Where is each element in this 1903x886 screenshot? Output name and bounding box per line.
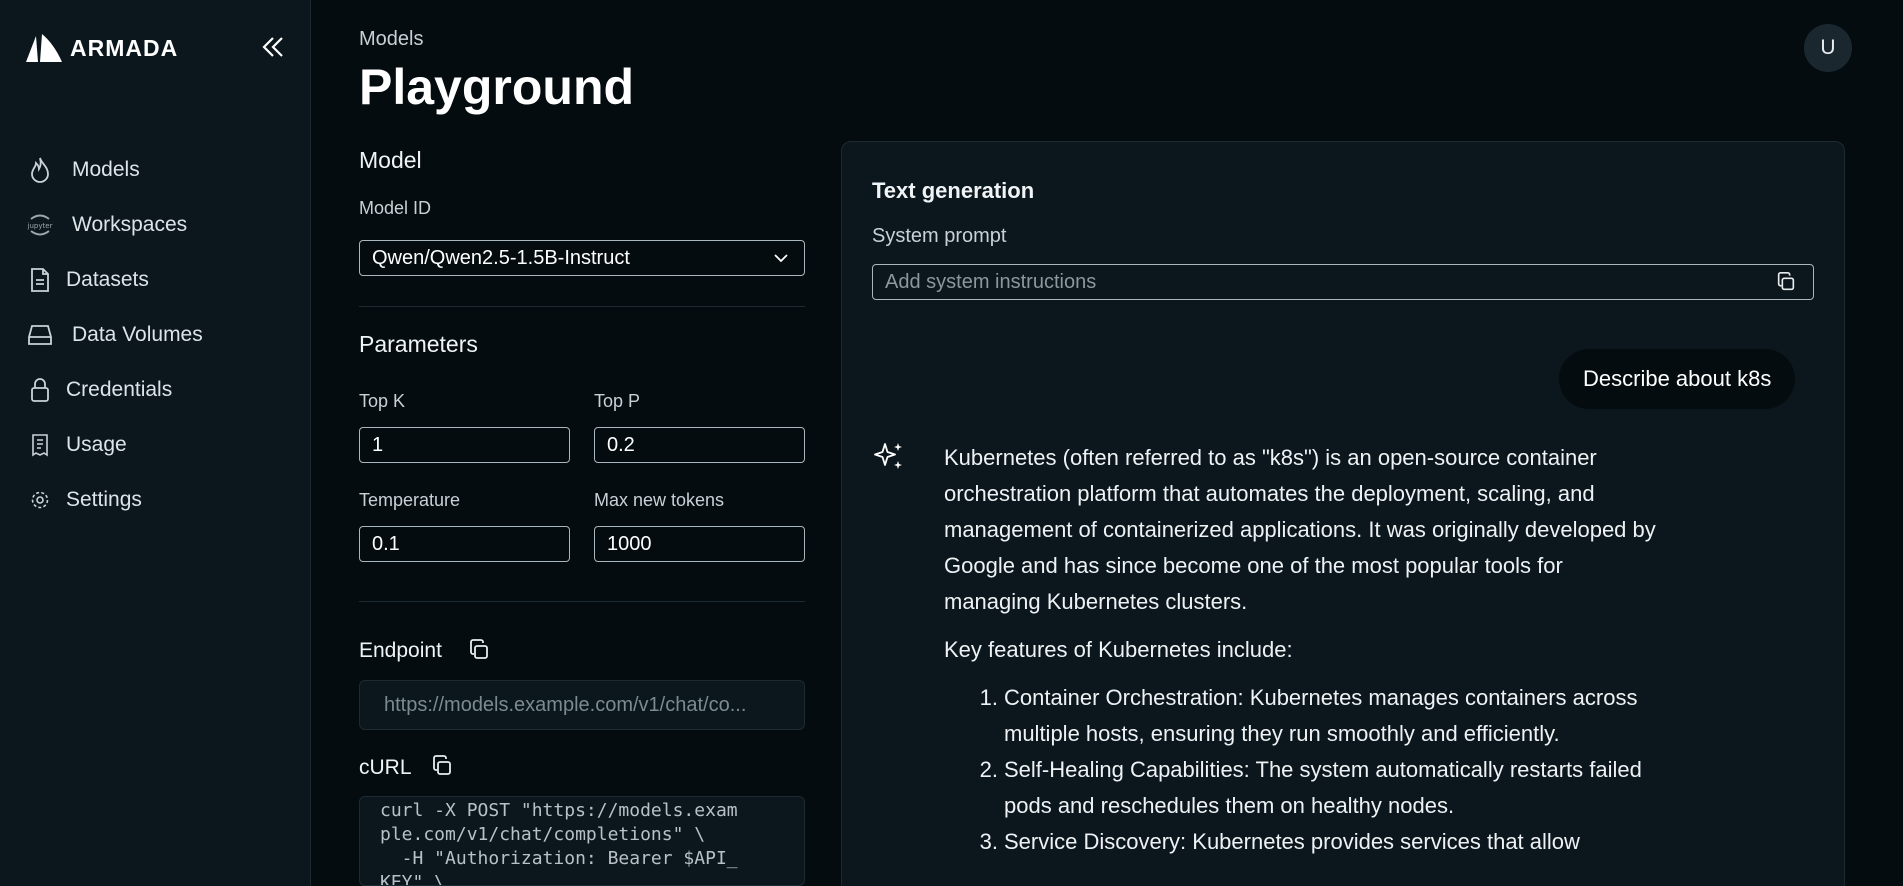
jupyter-icon: jupyter <box>26 211 54 239</box>
breadcrumb[interactable]: Models <box>359 28 423 51</box>
top-p-input[interactable] <box>594 427 805 463</box>
sidebar-item-datasets[interactable]: Datasets <box>0 252 311 307</box>
sidebar-item-label: Datasets <box>66 267 149 291</box>
page-title: Playground <box>359 59 635 115</box>
top-p-label: Top P <box>594 391 641 411</box>
model-id-value: Qwen/Qwen2.5-1.5B-Instruct <box>372 246 630 269</box>
sidebar-item-label: Credentials <box>66 377 173 401</box>
top-k-label: Top K <box>359 391 406 411</box>
flame-icon <box>26 156 54 184</box>
logo-text: ARMADA <box>70 34 179 61</box>
sidebar-item-data-volumes[interactable]: Data Volumes <box>0 307 311 362</box>
divider <box>359 601 805 602</box>
sidebar-nav: Models jupyter Workspaces Datasets Data … <box>0 142 311 527</box>
sidebar: ARMADA Models jupyter Workspaces Dataset… <box>0 0 311 886</box>
drive-icon <box>26 321 54 349</box>
curl-code-block[interactable]: curl -X POST "https://models.exam ple.co… <box>359 796 805 886</box>
system-prompt-label: System prompt <box>872 225 1007 247</box>
assistant-intro: Kubernetes (often referred to as "k8s") … <box>944 445 1656 614</box>
copy-endpoint-icon[interactable] <box>467 638 491 662</box>
list-item: 2. Self-Healing Capabilities: The system … <box>979 757 1642 818</box>
parameters-section-title: Parameters <box>359 331 478 357</box>
chevron-down-icon <box>774 254 788 263</box>
sidebar-item-workspaces[interactable]: jupyter Workspaces <box>0 197 311 252</box>
receipt-icon <box>26 431 54 459</box>
assistant-feature-list: 1. Container Orchestration: Kubernetes ma… <box>944 680 1664 860</box>
text-generation-title: Text generation <box>872 178 1035 203</box>
assistant-message: Kubernetes (often referred to as "k8s") … <box>944 440 1664 860</box>
endpoint-label: Endpoint <box>359 639 442 662</box>
sidebar-item-settings[interactable]: Settings <box>0 472 311 527</box>
avatar[interactable]: U <box>1804 24 1852 72</box>
sparkle-icon <box>874 443 902 469</box>
temperature-label: Temperature <box>359 490 461 510</box>
top-k-input[interactable] <box>359 427 570 463</box>
user-message-bubble: Describe about k8s <box>1559 349 1796 409</box>
lock-icon <box>26 376 54 404</box>
list-item: 1. Container Orchestration: Kubernetes ma… <box>979 685 1638 746</box>
max-tokens-label: Max new tokens <box>594 490 725 510</box>
temperature-input[interactable] <box>359 526 570 562</box>
model-section-title: Model <box>359 147 422 173</box>
list-item: 3. Service Discovery: Kubernetes provides… <box>979 829 1580 854</box>
curl-label: cURL <box>359 756 412 779</box>
copy-system-prompt-icon[interactable] <box>1775 271 1797 293</box>
model-id-label: Model ID <box>359 198 432 218</box>
max-tokens-input[interactable] <box>594 526 805 562</box>
sidebar-item-models[interactable]: Models <box>0 142 311 197</box>
document-icon <box>26 266 54 294</box>
sidebar-item-label: Models <box>72 157 140 181</box>
system-prompt-placeholder: Add system instructions <box>885 270 1097 293</box>
system-prompt-input[interactable]: Add system instructions <box>872 264 1814 300</box>
armada-logo-icon <box>26 34 62 62</box>
gear-icon <box>26 486 54 514</box>
copy-curl-icon[interactable] <box>430 754 454 778</box>
assistant-features-heading: Key features of Kubernetes include: <box>944 637 1293 662</box>
sidebar-item-label: Workspaces <box>72 212 188 236</box>
text-generation-panel: Text generation System prompt Add system… <box>841 141 1845 886</box>
endpoint-field[interactable]: https://models.example.com/v1/chat/co... <box>359 680 805 730</box>
model-id-select[interactable]: Qwen/Qwen2.5-1.5B-Instruct <box>359 240 805 276</box>
sidebar-item-credentials[interactable]: Credentials <box>0 362 311 417</box>
sidebar-item-label: Usage <box>66 432 127 456</box>
sidebar-item-usage[interactable]: Usage <box>0 417 311 472</box>
sidebar-item-label: Data Volumes <box>72 322 203 346</box>
sidebar-item-label: Settings <box>66 487 142 511</box>
chevrons-left-icon <box>262 37 283 57</box>
divider <box>359 306 805 307</box>
svg-text:jupyter: jupyter <box>27 222 53 230</box>
armada-logo[interactable]: ARMADA <box>24 30 178 66</box>
collapse-sidebar-button[interactable] <box>258 32 288 62</box>
